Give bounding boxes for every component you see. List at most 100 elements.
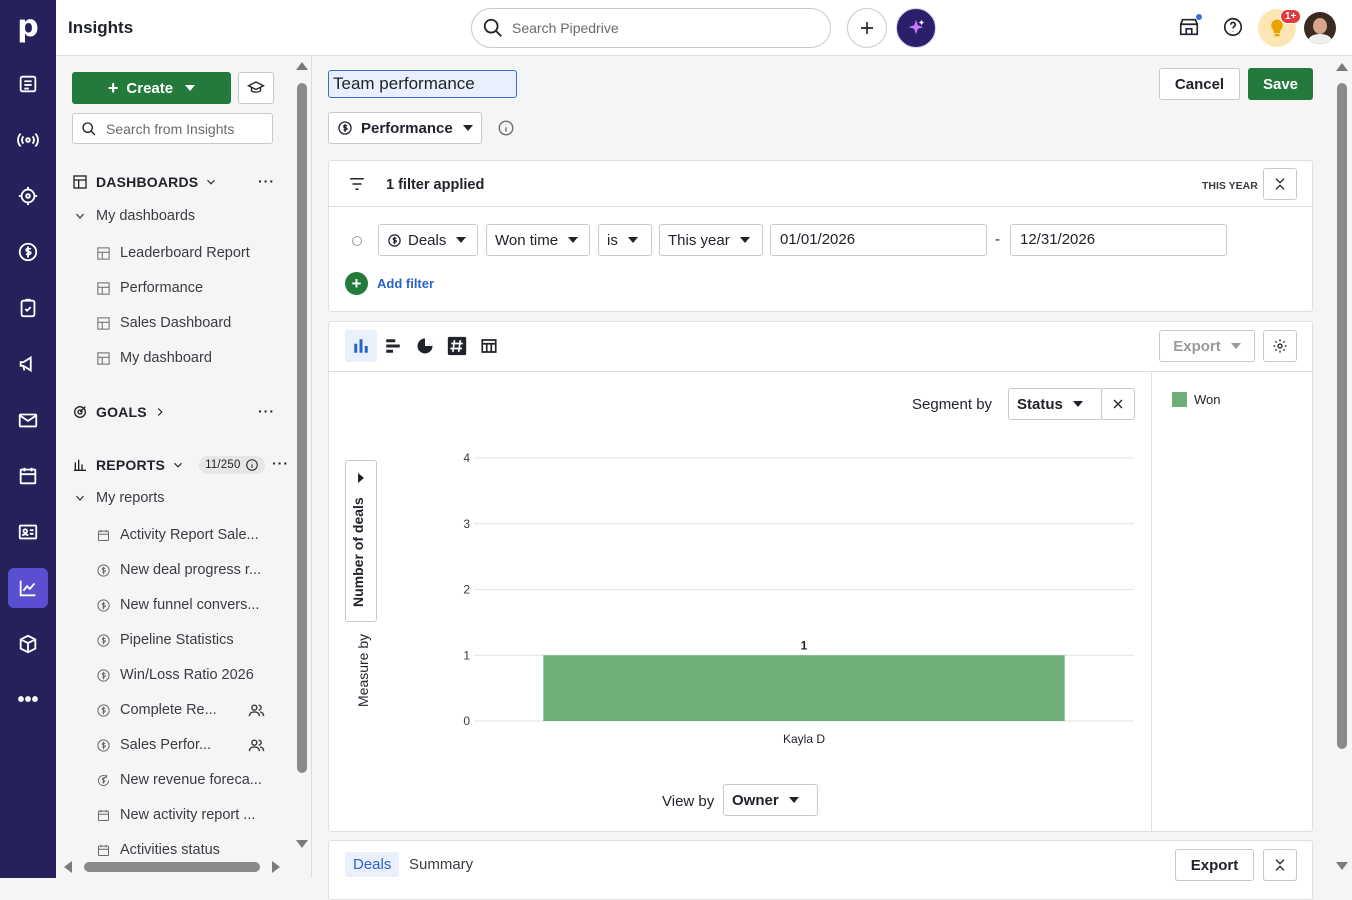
scroll-down-icon[interactable] bbox=[296, 840, 308, 848]
dashboard-icon bbox=[96, 281, 111, 296]
top-bar: Insights Search Pipedrive 1+ bbox=[56, 0, 1352, 56]
create-button[interactable]: + Create bbox=[72, 72, 231, 104]
report-item[interactable]: New deal progress r... bbox=[96, 559, 261, 581]
save-button[interactable]: Save bbox=[1248, 68, 1313, 100]
insights-search-input[interactable]: Search from Insights bbox=[72, 113, 273, 144]
shared-users-icon bbox=[248, 702, 265, 722]
chevron-down-icon bbox=[76, 495, 84, 501]
report-item[interactable]: Win/Loss Ratio 2026 bbox=[96, 664, 254, 686]
dashboards-more-button[interactable]: ··· bbox=[258, 173, 275, 189]
report-item[interactable]: Activity Report Sale... bbox=[96, 524, 259, 546]
date-from-input[interactable]: 01/01/2026 bbox=[770, 224, 987, 256]
ai-assistant-button[interactable] bbox=[896, 8, 936, 48]
sidebar-vertical-scrollbar[interactable] bbox=[292, 56, 311, 856]
target-icon[interactable] bbox=[8, 176, 48, 216]
scroll-down-icon[interactable] bbox=[1336, 862, 1348, 870]
report-item[interactable]: New activity report ... bbox=[96, 804, 255, 826]
dashboard-item[interactable]: Sales Dashboard bbox=[96, 312, 231, 334]
report-item[interactable]: Pipeline Statistics bbox=[96, 629, 234, 651]
collapse-details-button[interactable] bbox=[1263, 849, 1297, 881]
marketplace-icon[interactable] bbox=[1178, 14, 1202, 41]
deals-icon[interactable] bbox=[8, 232, 48, 272]
chevron-down-icon bbox=[185, 85, 196, 91]
details-export-button[interactable]: Export bbox=[1175, 849, 1254, 881]
report-item[interactable]: New funnel convers... bbox=[96, 594, 259, 616]
goals-section-header[interactable]: GOALS bbox=[72, 404, 175, 420]
campaigns-icon[interactable] bbox=[8, 344, 48, 384]
report-item[interactable]: New revenue foreca... bbox=[96, 769, 262, 791]
report-item[interactable]: Sales Perfor... bbox=[96, 734, 211, 756]
cancel-button[interactable]: Cancel bbox=[1159, 68, 1240, 100]
quick-add-button[interactable] bbox=[847, 8, 887, 48]
clear-segment-button[interactable] bbox=[1101, 388, 1135, 420]
scroll-left-icon[interactable] bbox=[64, 861, 72, 873]
y-tick-label: 2 bbox=[463, 583, 470, 597]
global-search-input[interactable]: Search Pipedrive bbox=[471, 8, 831, 48]
help-icon[interactable] bbox=[1222, 16, 1244, 41]
sidebar-hscroll-thumb[interactable] bbox=[84, 862, 260, 872]
more-icon[interactable]: ••• bbox=[8, 680, 48, 720]
dashboard-item-label: Leaderboard Report bbox=[120, 245, 250, 261]
chart-export-button[interactable]: Export bbox=[1159, 330, 1255, 362]
broadcast-icon[interactable] bbox=[8, 120, 48, 160]
my-dashboards-toggle[interactable]: My dashboards bbox=[74, 208, 195, 224]
view-by-dropdown[interactable]: Owner bbox=[723, 784, 818, 816]
calendar-icon[interactable] bbox=[8, 456, 48, 496]
avatar[interactable] bbox=[1304, 12, 1336, 44]
mail-icon[interactable] bbox=[8, 400, 48, 440]
measure-by-dropdown[interactable]: Number of deals bbox=[345, 460, 377, 622]
scroll-right-icon[interactable] bbox=[272, 861, 280, 873]
scroll-up-icon[interactable] bbox=[296, 62, 308, 70]
report-title-input[interactable]: Team performance bbox=[328, 70, 517, 98]
report-type-dropdown[interactable]: Performance bbox=[328, 112, 482, 144]
tasks-icon[interactable] bbox=[8, 288, 48, 328]
tab-summary[interactable]: Summary bbox=[409, 841, 473, 887]
scroll-up-icon[interactable] bbox=[1336, 63, 1348, 71]
filter-operator-dropdown[interactable]: is bbox=[598, 224, 652, 256]
graduation-cap-icon bbox=[247, 81, 265, 93]
chart-settings-button[interactable] bbox=[1263, 330, 1297, 362]
report-item[interactable]: Complete Re... bbox=[96, 699, 217, 721]
filter-period-dropdown[interactable]: This year bbox=[659, 224, 763, 256]
legend-item-won[interactable]: Won bbox=[1172, 392, 1221, 407]
goals-more-button[interactable]: ··· bbox=[258, 403, 275, 419]
info-icon[interactable] bbox=[245, 458, 259, 472]
main-scroll-thumb[interactable] bbox=[1337, 83, 1347, 749]
insights-sidebar: + Create Search from Insights DASHBOARDS… bbox=[56, 56, 312, 878]
info-icon[interactable] bbox=[497, 119, 515, 137]
report-item[interactable]: Activities status bbox=[96, 839, 220, 861]
bar-chart-button[interactable] bbox=[377, 330, 409, 362]
plus-icon bbox=[861, 22, 873, 34]
learn-button[interactable] bbox=[238, 72, 274, 104]
filter-field-dropdown[interactable]: Won time bbox=[486, 224, 590, 256]
pie-chart-button[interactable] bbox=[409, 330, 441, 362]
reports-section-header[interactable]: REPORTS 11/250 bbox=[72, 456, 265, 474]
my-reports-toggle[interactable]: My reports bbox=[74, 490, 165, 506]
contacts-icon[interactable] bbox=[8, 512, 48, 552]
products-icon[interactable] bbox=[8, 624, 48, 664]
leads-icon[interactable] bbox=[8, 64, 48, 104]
column-chart-button[interactable] bbox=[345, 330, 377, 362]
close-icon bbox=[1113, 399, 1123, 409]
dashboards-section-header[interactable]: DASHBOARDS bbox=[72, 174, 226, 190]
collapse-filters-button[interactable] bbox=[1263, 168, 1297, 200]
reports-label: REPORTS bbox=[96, 457, 166, 473]
add-filter-button[interactable]: + Add filter bbox=[345, 272, 434, 295]
filter-field-value: Won time bbox=[495, 231, 559, 249]
pipedrive-logo[interactable]: p bbox=[12, 8, 44, 46]
sidebar-scroll-thumb[interactable] bbox=[297, 83, 307, 773]
reports-more-button[interactable]: ··· bbox=[272, 455, 289, 471]
dashboard-item[interactable]: Leaderboard Report bbox=[96, 242, 250, 264]
tab-deals[interactable]: Deals bbox=[345, 841, 400, 887]
tips-button[interactable]: 1+ bbox=[1258, 9, 1302, 47]
segment-by-dropdown[interactable]: Status bbox=[1008, 388, 1102, 420]
scorecard-button[interactable] bbox=[441, 330, 473, 362]
date-to-input[interactable]: 12/31/2026 bbox=[1010, 224, 1227, 256]
dashboard-item[interactable]: My dashboard bbox=[96, 347, 212, 369]
pie-chart-icon bbox=[417, 338, 433, 354]
insights-icon[interactable] bbox=[8, 568, 48, 608]
table-view-button[interactable] bbox=[473, 330, 505, 362]
filter-entity-dropdown[interactable]: Deals bbox=[378, 224, 478, 256]
dashboard-item[interactable]: Performance bbox=[96, 277, 203, 299]
main-vertical-scrollbar[interactable] bbox=[1332, 56, 1352, 878]
